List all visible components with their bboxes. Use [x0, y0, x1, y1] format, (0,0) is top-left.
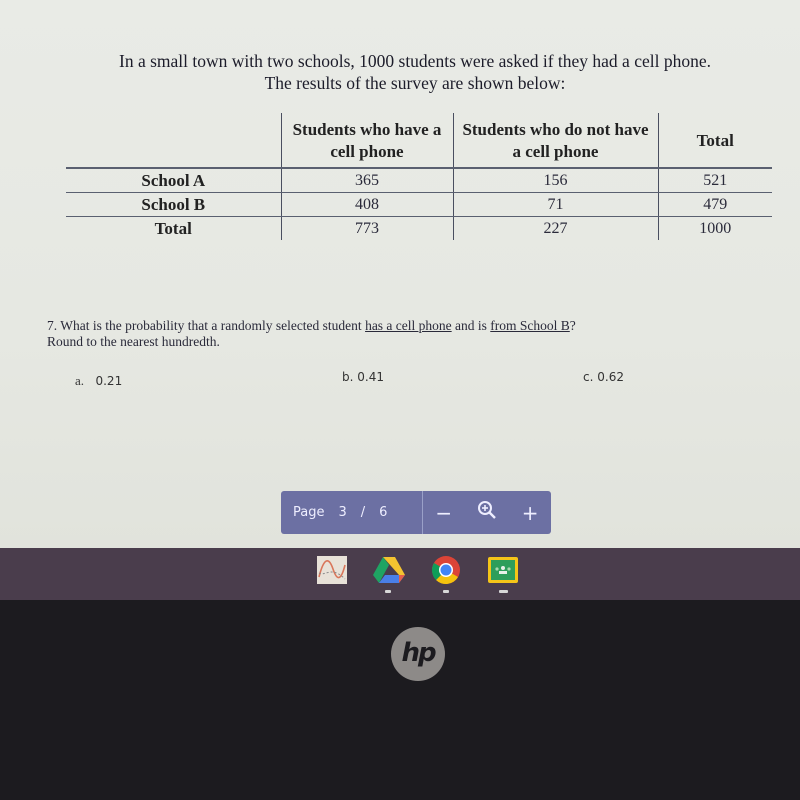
- header-has-phone: Students who have a cell phone: [280, 113, 453, 169]
- table-header-row: Students who have a cell phone Students …: [66, 113, 772, 169]
- intro-text: In a small town with two schools, 1000 s…: [40, 50, 790, 94]
- page-indicator: Page 3 / 6: [281, 491, 423, 534]
- option-c: c. 0.62: [583, 370, 624, 384]
- option-b: b. 0.41: [342, 370, 384, 384]
- row-label: School A: [66, 168, 281, 193]
- zoom-icon[interactable]: [477, 500, 497, 525]
- drive-running-indicator: [385, 590, 391, 593]
- hp-logo: hp: [391, 627, 445, 681]
- chrome-icon[interactable]: [431, 555, 461, 585]
- cell: 408: [280, 192, 453, 217]
- classroom-active-indicator: [499, 590, 508, 593]
- header-total: Total: [657, 113, 772, 169]
- option-value: 0.62: [597, 370, 624, 384]
- question-underline-1: has a cell phone: [365, 318, 452, 333]
- question-suffix: ?: [569, 318, 576, 333]
- cell: 773: [280, 216, 453, 240]
- row-label: Total: [154, 219, 192, 238]
- cell: 227: [452, 216, 658, 240]
- pdf-viewer-screen: In a small town with two schools, 1000 s…: [0, 0, 800, 548]
- page-total: 6: [379, 505, 388, 520]
- graph-app-icon[interactable]: [317, 555, 347, 585]
- option-value: 0.21: [95, 374, 123, 388]
- survey-table: Students who have a cell phone Students …: [66, 113, 772, 240]
- chrome-running-indicator: [443, 590, 449, 593]
- page-label: Page: [293, 505, 325, 520]
- row-label: School B: [66, 192, 281, 217]
- page-separator: /: [360, 505, 366, 520]
- intro-line-2: The results of the survey are shown belo…: [264, 73, 566, 93]
- option-value: 0.41: [357, 370, 384, 384]
- cell: 365: [280, 168, 453, 193]
- table-row: Total 773 227 1000: [66, 216, 772, 240]
- question-middle: and is: [451, 318, 491, 333]
- table-row: School B 408 71 479: [66, 192, 772, 217]
- option-a: a. 0.21: [75, 373, 122, 389]
- intro-line-1: In a small town with two schools, 1000 s…: [119, 51, 711, 71]
- table-row: School A 365 156 521: [66, 168, 772, 193]
- question-line-2: Round to the nearest hundredth.: [47, 334, 220, 349]
- zoom-in-button[interactable]: +: [522, 501, 539, 525]
- cell: 479: [657, 192, 772, 217]
- page-current-input[interactable]: 3: [338, 505, 346, 520]
- option-letter: c.: [583, 370, 594, 384]
- question-text: 7. What is the probability that a random…: [47, 318, 747, 350]
- option-letter: b.: [342, 370, 354, 384]
- laptop-bezel: [0, 600, 800, 800]
- option-letter: a.: [75, 373, 85, 388]
- google-drive-icon[interactable]: [372, 555, 406, 585]
- question-underline-2: from School B: [490, 318, 570, 333]
- page-toolbar: Page 3 / 6 − +: [281, 491, 551, 534]
- header-empty: [66, 113, 281, 169]
- cell: 156: [452, 168, 658, 193]
- question-prefix: 7. What is the probability that a random…: [47, 318, 366, 333]
- cell: 521: [657, 168, 772, 193]
- google-classroom-icon[interactable]: [487, 555, 519, 585]
- cell: 71: [452, 192, 658, 217]
- zoom-out-button[interactable]: −: [435, 501, 452, 525]
- cell: 1000: [657, 216, 772, 240]
- header-no-phone: Students who do not have a cell phone: [452, 113, 658, 169]
